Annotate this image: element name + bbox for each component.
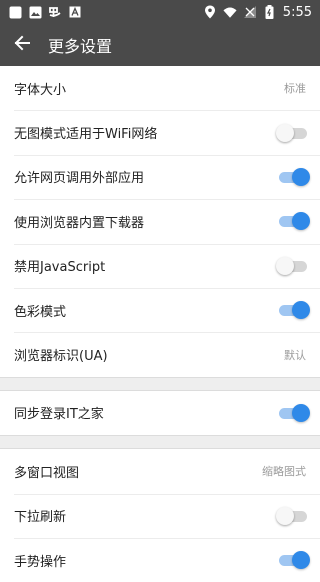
toggle-switch[interactable] <box>278 300 310 320</box>
page-title: 更多设置 <box>48 37 113 56</box>
toggle-switch[interactable] <box>276 256 308 276</box>
arrow-left-icon <box>13 34 31 56</box>
setting-user-agent[interactable]: 浏览器标识(UA) 默认 <box>0 332 320 376</box>
setting-sync-login[interactable]: 同步登录IT之家 <box>0 391 320 435</box>
setting-color-mode[interactable]: 色彩模式 <box>0 287 320 332</box>
setting-builtin-downloader[interactable]: 使用浏览器内置下载器 <box>0 199 320 243</box>
setting-label: 禁用JavaScript <box>14 260 106 276</box>
setting-label: 浏览器标识(UA) <box>14 349 108 365</box>
setting-multi-window-view[interactable]: 多窗口视图 缩略图式 <box>0 449 320 493</box>
setting-value: 缩略图式 <box>262 465 306 479</box>
setting-label: 无图模式适用于WiFi网络 <box>14 127 158 143</box>
settings-group-browser: 字体大小 标准 无图模式适用于WiFi网络 允许网页调用外部应用 使用浏览器内置… <box>0 66 320 377</box>
app-icon <box>48 5 62 19</box>
square-icon <box>8 5 22 19</box>
settings-group-sync: 同步登录IT之家 <box>0 390 320 436</box>
status-bar: 5:55 <box>0 0 320 24</box>
settings-group-view: 多窗口视图 缩略图式 下拉刷新 手势操作 <box>0 449 320 582</box>
settings-list: 字体大小 标准 无图模式适用于WiFi网络 允许网页调用外部应用 使用浏览器内置… <box>0 66 320 582</box>
setting-label: 允许网页调用外部应用 <box>14 171 145 187</box>
setting-pull-to-refresh[interactable]: 下拉刷新 <box>0 493 320 538</box>
setting-gestures[interactable]: 手势操作 <box>0 537 320 582</box>
toggle-switch[interactable] <box>276 123 308 143</box>
setting-label: 色彩模式 <box>14 304 67 320</box>
group-divider <box>0 376 320 391</box>
setting-value: 标准 <box>284 82 306 96</box>
font-icon <box>68 5 82 19</box>
group-divider <box>0 435 320 450</box>
status-time: 5:55 <box>282 4 312 20</box>
toggle-switch[interactable] <box>278 403 310 423</box>
setting-allow-external-apps[interactable]: 允许网页调用外部应用 <box>0 154 320 199</box>
setting-font-size[interactable]: 字体大小 标准 <box>0 66 320 110</box>
signal-icon <box>243 5 257 19</box>
setting-label: 多窗口视图 <box>14 465 80 481</box>
app-bar: 更多设置 <box>0 24 320 66</box>
location-icon <box>203 5 217 19</box>
setting-label: 手势操作 <box>14 554 67 570</box>
toggle-switch[interactable] <box>278 211 310 231</box>
setting-label: 使用浏览器内置下载器 <box>14 215 145 231</box>
setting-label: 字体大小 <box>14 82 67 98</box>
setting-no-image-wifi[interactable]: 无图模式适用于WiFi网络 <box>0 110 320 154</box>
battery-icon <box>263 5 277 19</box>
setting-label: 同步登录IT之家 <box>14 407 104 423</box>
image-icon <box>28 5 42 19</box>
wifi-icon <box>223 5 237 19</box>
setting-value: 默认 <box>284 348 306 362</box>
back-button[interactable] <box>0 24 44 66</box>
setting-disable-javascript[interactable]: 禁用JavaScript <box>0 243 320 288</box>
toggle-switch[interactable] <box>278 167 310 187</box>
setting-label: 下拉刷新 <box>14 510 67 526</box>
toggle-switch[interactable] <box>276 506 308 526</box>
toggle-switch[interactable] <box>278 550 310 570</box>
